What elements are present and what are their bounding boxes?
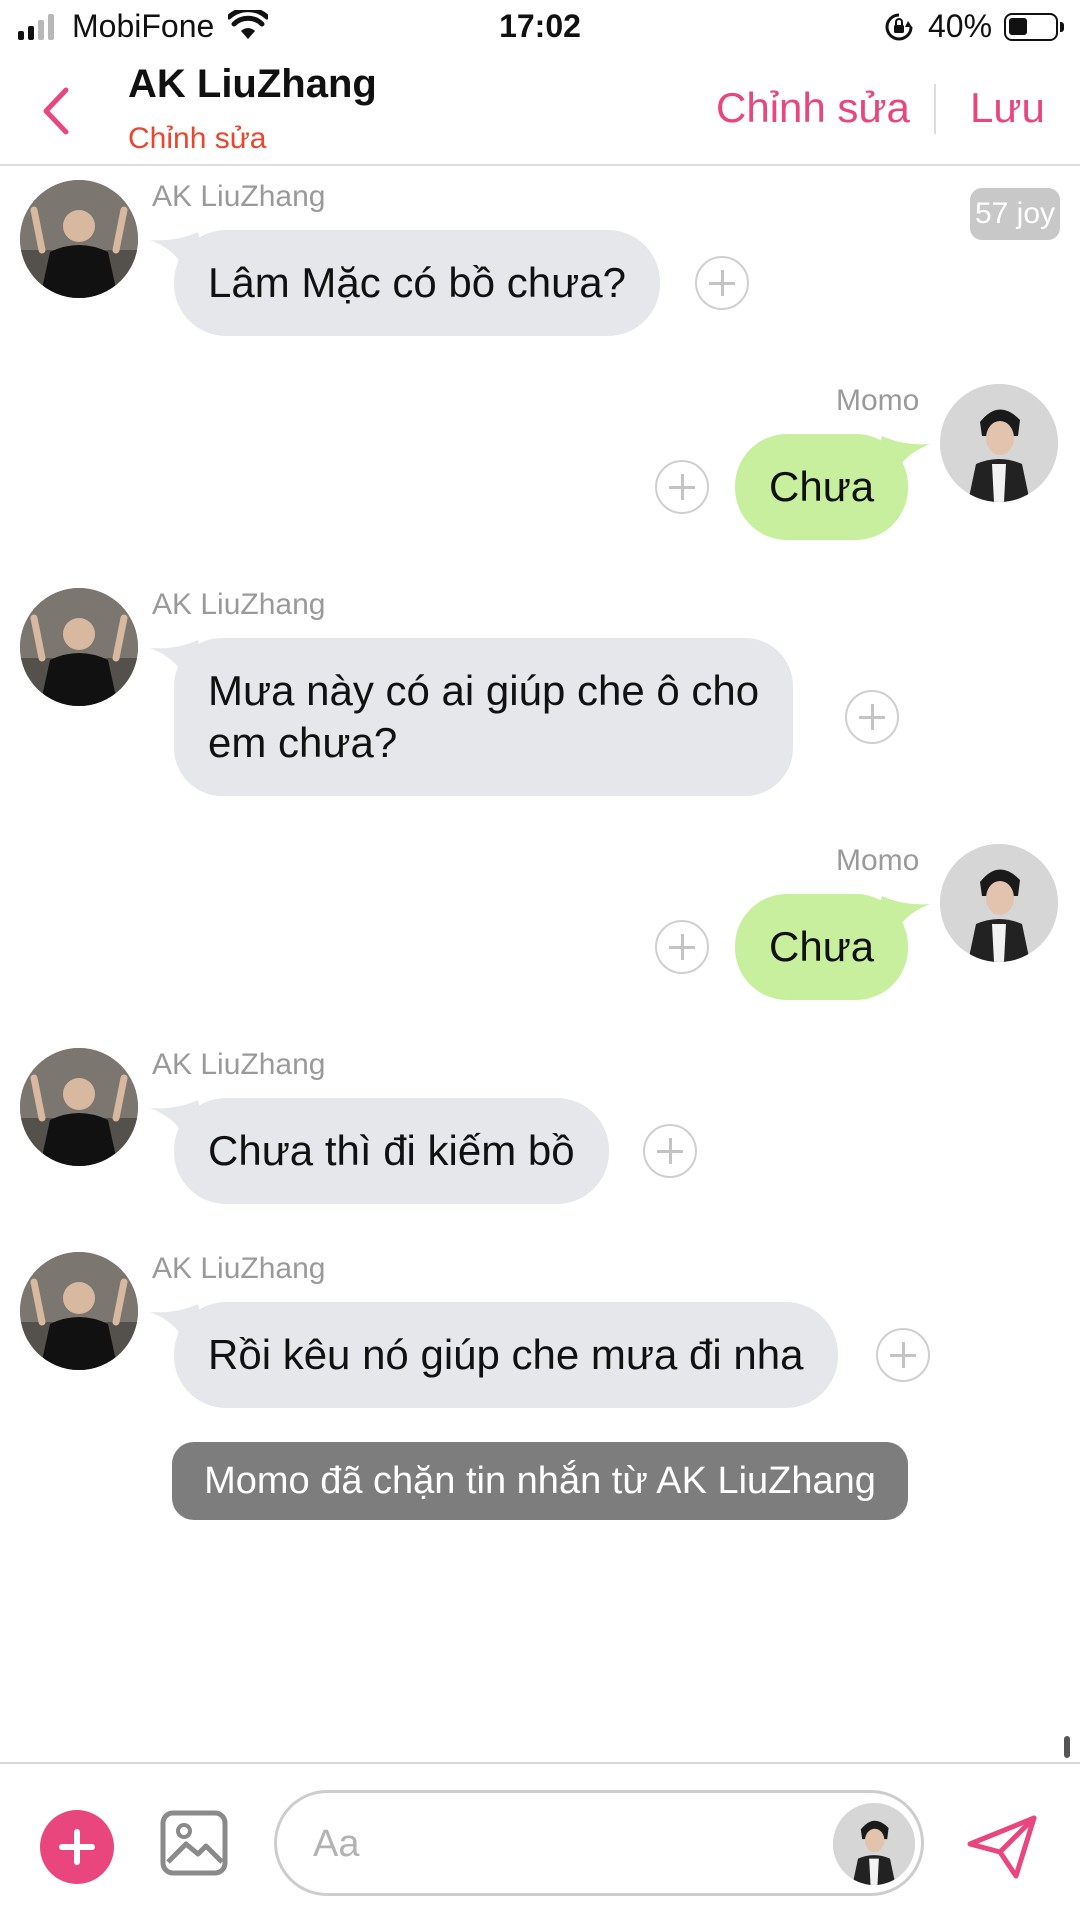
joy-badge[interactable]: 57 joy xyxy=(970,188,1060,240)
avatar-photo-icon xyxy=(20,1252,138,1370)
battery-tip xyxy=(1060,22,1064,32)
status-bar: MobiFone 17:02 40% xyxy=(0,0,1080,56)
message-input[interactable] xyxy=(313,1817,793,1871)
back-chevron-icon[interactable] xyxy=(36,82,76,140)
composer-bar xyxy=(0,1762,1080,1920)
sender-avatar[interactable] xyxy=(20,588,138,706)
avatar-photo-icon xyxy=(940,844,1058,962)
system-blocked-notice: Momo đã chặn tin nhắn từ AK LiuZhang xyxy=(172,1442,908,1520)
add-reaction-button[interactable] xyxy=(695,256,749,310)
message-text: Chưa thì đi kiếm bồ xyxy=(208,1127,575,1174)
image-icon[interactable] xyxy=(160,1810,228,1876)
add-reaction-button[interactable] xyxy=(655,460,709,514)
avatar-photo-icon xyxy=(833,1803,915,1885)
message-input-container xyxy=(274,1790,924,1896)
avatar-photo-icon xyxy=(20,588,138,706)
sender-name: AK LiuZhang xyxy=(152,588,326,621)
avatar-photo-icon xyxy=(940,384,1058,502)
message-text: Chưa xyxy=(769,923,875,970)
message-bubble[interactable]: Chưa thì đi kiếm bồ xyxy=(174,1098,609,1204)
chat-header: AK LiuZhang Chỉnh sửa Chỉnh sửa Lưu xyxy=(0,56,1080,166)
header-divider xyxy=(934,84,936,134)
sender-name: Momo xyxy=(836,384,920,417)
message-bubble[interactable]: Chưa xyxy=(735,894,909,1000)
send-icon[interactable] xyxy=(966,1814,1038,1880)
add-reaction-button[interactable] xyxy=(643,1124,697,1178)
add-reaction-button[interactable] xyxy=(845,690,899,744)
message-text-line: Mưa này có ai giúp che ô cho xyxy=(208,667,760,714)
message-text: Rồi kêu nó giúp che mưa đi nha xyxy=(208,1331,804,1378)
avatar-photo-icon xyxy=(20,1048,138,1166)
chat-title: AK LiuZhang xyxy=(128,62,377,106)
add-reaction-button[interactable] xyxy=(655,920,709,974)
add-reaction-button[interactable] xyxy=(876,1328,930,1382)
battery-percent: 40% xyxy=(928,8,993,44)
message-bubble[interactable]: Chưa xyxy=(735,434,909,540)
scrollbar-thumb[interactable] xyxy=(1064,1736,1070,1758)
sender-avatar[interactable] xyxy=(20,1048,138,1166)
message-bubble[interactable]: Rồi kêu nó giúp che mưa đi nha xyxy=(174,1302,838,1408)
sender-name: AK LiuZhang xyxy=(152,180,326,213)
clock: 17:02 xyxy=(499,8,581,44)
message-text: Lâm Mặc có bồ chưa? xyxy=(208,259,626,306)
edit-button[interactable]: Chỉnh sửa xyxy=(716,84,910,132)
sender-name: AK LiuZhang xyxy=(152,1252,326,1285)
avatar-photo-icon xyxy=(20,180,138,298)
sender-avatar[interactable] xyxy=(20,1252,138,1370)
chat-subtitle[interactable]: Chỉnh sửa xyxy=(128,122,267,156)
sender-avatar[interactable] xyxy=(20,180,138,298)
persona-avatar[interactable] xyxy=(833,1803,915,1885)
sender-name: AK LiuZhang xyxy=(152,1048,326,1081)
add-attachment-button[interactable] xyxy=(40,1810,114,1884)
message-text: Chưa xyxy=(769,463,875,510)
battery-icon xyxy=(1004,13,1058,41)
sender-name: Momo xyxy=(836,844,920,877)
rotation-lock-icon xyxy=(885,13,913,41)
own-avatar[interactable] xyxy=(940,844,1058,962)
message-bubble[interactable]: Lâm Mặc có bồ chưa? xyxy=(174,230,660,336)
message-bubble[interactable]: Mưa này có ai giúp che ô cho em chưa? xyxy=(174,638,794,796)
own-avatar[interactable] xyxy=(940,384,1058,502)
save-button[interactable]: Lưu xyxy=(970,84,1045,132)
battery-level xyxy=(1009,18,1027,35)
message-text-line: em chưa? xyxy=(208,719,398,766)
